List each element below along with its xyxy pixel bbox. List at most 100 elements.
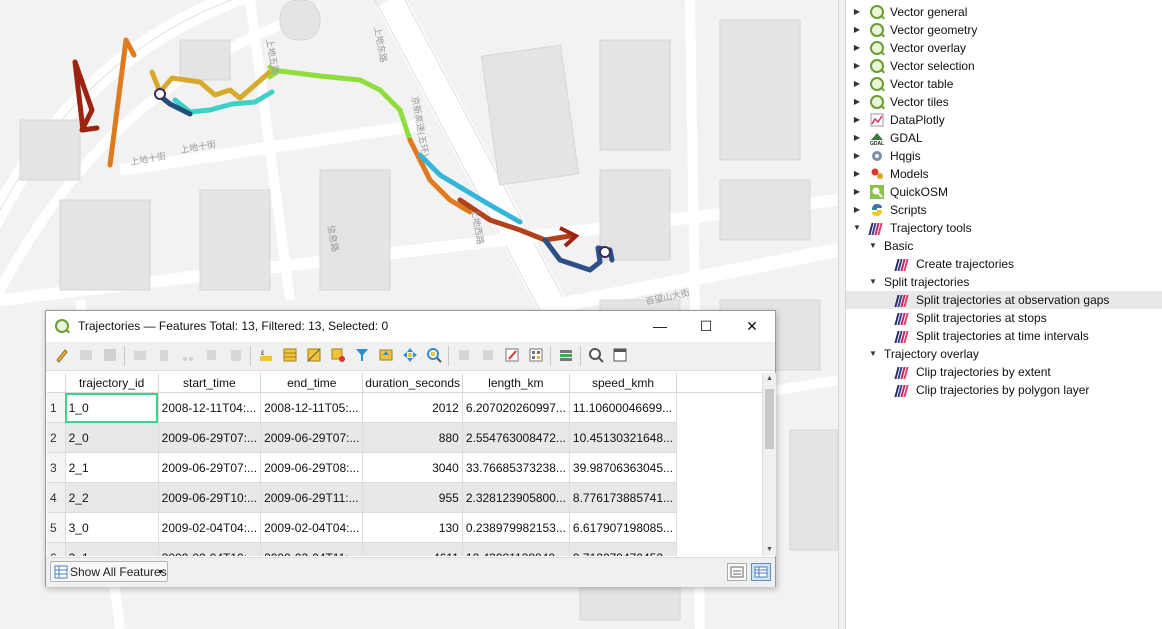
toolbox-item[interactable]: Split trajectories at time intervals bbox=[846, 327, 1162, 345]
pan-to-selection-icon[interactable] bbox=[402, 347, 418, 363]
table-cell[interactable]: 2008-12-11T05:... bbox=[260, 392, 364, 423]
collapsed-arrow-icon[interactable]: ▶ bbox=[852, 3, 862, 21]
column-header[interactable]: duration_seconds bbox=[362, 373, 463, 393]
toolbox-item[interactable]: Split trajectories at stops bbox=[846, 309, 1162, 327]
deselect-all-icon[interactable] bbox=[330, 347, 346, 363]
select-all-icon[interactable] bbox=[282, 347, 298, 363]
toolbox-item[interactable]: ▶ DataPlotly bbox=[846, 111, 1162, 129]
expanded-arrow-icon[interactable]: ▼ bbox=[868, 237, 878, 255]
cut-icon[interactable] bbox=[180, 347, 196, 363]
actions-icon[interactable] bbox=[588, 347, 604, 363]
table-cell[interactable]: 6.207020260997... bbox=[462, 392, 570, 423]
table-cell[interactable]: 6.617907198085... bbox=[569, 512, 678, 543]
table-cell[interactable]: 130 bbox=[362, 512, 463, 543]
toolbox-item[interactable]: ▼ Basic bbox=[846, 237, 1162, 255]
table-cell[interactable]: 2009-06-29T07:... bbox=[260, 422, 364, 453]
toolbox-item[interactable]: ▶ Vector table bbox=[846, 75, 1162, 93]
table-cell[interactable]: 3_0 bbox=[65, 512, 159, 543]
table-view-button[interactable] bbox=[751, 563, 771, 581]
table-cell[interactable]: 1_0 bbox=[65, 392, 159, 423]
delete-feature-icon[interactable] bbox=[156, 347, 172, 363]
table-cell[interactable]: 2009-06-29T08:... bbox=[260, 452, 364, 483]
table-cell[interactable]: 2012 bbox=[362, 392, 463, 423]
table-cell[interactable]: 2009-06-29T07:... bbox=[158, 452, 262, 483]
table-cell[interactable]: 8.776173885741... bbox=[569, 482, 678, 513]
table-cell[interactable]: 0.238979982153... bbox=[462, 512, 570, 543]
toolbox-item[interactable]: ▶ Scripts bbox=[846, 201, 1162, 219]
expanded-arrow-icon[interactable]: ▼ bbox=[868, 345, 878, 363]
scroll-down-arrow-icon[interactable]: ▼ bbox=[763, 544, 776, 556]
toolbox-item[interactable]: ▶ Vector selection bbox=[846, 57, 1162, 75]
minimize-button[interactable]: — bbox=[637, 311, 683, 341]
table-row[interactable]: 1 1_0 2008-12-11T04:... 2008-12-11T05:... 20… bbox=[47, 392, 762, 423]
close-button[interactable]: ✕ bbox=[729, 311, 775, 341]
paste-icon[interactable] bbox=[228, 347, 244, 363]
edit-pencil-icon[interactable] bbox=[54, 347, 70, 363]
toolbox-item[interactable]: ▶ Hqgis bbox=[846, 147, 1162, 165]
vertical-scrollbar[interactable]: ▲ ▼ bbox=[762, 373, 776, 556]
table-cell[interactable]: 10.45130321648... bbox=[569, 422, 678, 453]
column-header[interactable]: speed_kmh bbox=[569, 373, 678, 393]
invert-selection-icon[interactable] bbox=[306, 347, 322, 363]
save-edits-icon[interactable] bbox=[102, 347, 118, 363]
table-row[interactable]: 5 3_0 2009-02-04T04:... 2009-02-04T04:... 13… bbox=[47, 512, 762, 543]
row-number[interactable]: 5 bbox=[47, 512, 66, 543]
expanded-arrow-icon[interactable]: ▼ bbox=[868, 273, 878, 291]
toolbox-item[interactable]: Clip trajectories by polygon layer bbox=[846, 381, 1162, 399]
scroll-up-arrow-icon[interactable]: ▲ bbox=[763, 373, 776, 385]
collapsed-arrow-icon[interactable]: ▶ bbox=[852, 165, 862, 183]
row-number[interactable]: 3 bbox=[47, 452, 66, 483]
window-titlebar[interactable]: Trajectories — Features Total: 13, Filte… bbox=[46, 311, 775, 341]
collapsed-arrow-icon[interactable]: ▶ bbox=[852, 75, 862, 93]
row-number[interactable]: 4 bbox=[47, 482, 66, 513]
table-cell[interactable]: 2.328123905800... bbox=[462, 482, 570, 513]
table-row[interactable]: 3 2_1 2009-06-29T07:... 2009-06-29T08:... 30… bbox=[47, 452, 762, 483]
collapsed-arrow-icon[interactable]: ▶ bbox=[852, 183, 862, 201]
show-all-features-dropdown[interactable]: Show All Features ▼ bbox=[50, 561, 168, 582]
table-cell[interactable]: 33.76685373238... bbox=[462, 452, 570, 483]
toolbox-item[interactable]: ▶ Vector general bbox=[846, 3, 1162, 21]
maximize-button[interactable]: ☐ bbox=[683, 311, 729, 341]
table-cell[interactable]: 2009-02-04T11:... bbox=[260, 542, 364, 556]
table-row[interactable]: 4 2_2 2009-06-29T10:... 2009-06-29T11:... 95… bbox=[47, 482, 762, 513]
collapsed-arrow-icon[interactable]: ▶ bbox=[852, 57, 862, 75]
corner-cell[interactable] bbox=[47, 373, 66, 393]
table-cell[interactable]: 2.554763008472... bbox=[462, 422, 570, 453]
dock-window-icon[interactable] bbox=[612, 347, 628, 363]
table-cell[interactable]: 955 bbox=[362, 482, 463, 513]
toolbox-item[interactable]: Split trajectories at observation gaps bbox=[846, 291, 1162, 309]
toolbox-item[interactable]: ▼ Trajectory overlay bbox=[846, 345, 1162, 363]
table-cell[interactable]: 2009-06-29T07:... bbox=[158, 422, 262, 453]
collapsed-arrow-icon[interactable]: ▶ bbox=[852, 111, 862, 129]
panel-splitter[interactable] bbox=[838, 0, 846, 629]
column-header[interactable]: length_km bbox=[462, 373, 570, 393]
expanded-arrow-icon[interactable]: ▼ bbox=[852, 219, 862, 237]
toolbox-item[interactable]: Clip trajectories by extent bbox=[846, 363, 1162, 381]
zoom-to-selection-icon[interactable] bbox=[426, 347, 442, 363]
multi-edit-icon[interactable] bbox=[78, 347, 94, 363]
collapsed-arrow-icon[interactable]: ▶ bbox=[852, 93, 862, 111]
collapsed-arrow-icon[interactable]: ▶ bbox=[852, 201, 862, 219]
collapsed-arrow-icon[interactable]: ▶ bbox=[852, 147, 862, 165]
toolbox-item[interactable]: ▼ Trajectory tools bbox=[846, 219, 1162, 237]
table-cell[interactable]: 11.10600046699... bbox=[569, 392, 678, 423]
copy-rows-icon[interactable] bbox=[456, 347, 472, 363]
row-number[interactable]: 1 bbox=[47, 392, 66, 423]
select-by-expression-icon[interactable]: ε bbox=[258, 347, 274, 363]
form-view-button[interactable] bbox=[727, 563, 747, 581]
table-cell[interactable]: 2_1 bbox=[65, 452, 159, 483]
filter-icon[interactable] bbox=[354, 347, 370, 363]
column-header[interactable]: end_time bbox=[260, 373, 364, 393]
table-row[interactable]: 63_12009-02-04T10:...2009-02-04T11:...46… bbox=[47, 542, 762, 556]
table-cell[interactable]: 9.712279470452... bbox=[569, 542, 678, 556]
table-cell[interactable]: 4611 bbox=[362, 542, 463, 556]
table-cell[interactable]: 880 bbox=[362, 422, 463, 453]
toolbox-item[interactable]: ▶ QuickOSM bbox=[846, 183, 1162, 201]
table-cell[interactable]: 2009-02-04T04:... bbox=[260, 512, 364, 543]
toolbox-item[interactable]: ▶ Vector overlay bbox=[846, 39, 1162, 57]
table-cell[interactable]: 12.43981128840... bbox=[462, 542, 570, 556]
conditional-formatting-icon[interactable] bbox=[558, 347, 574, 363]
table-cell[interactable]: 2009-02-04T10:... bbox=[158, 542, 262, 556]
table-row[interactable]: 2 2_0 2009-06-29T07:... 2009-06-29T07:... 88… bbox=[47, 422, 762, 453]
copy-icon[interactable] bbox=[204, 347, 220, 363]
